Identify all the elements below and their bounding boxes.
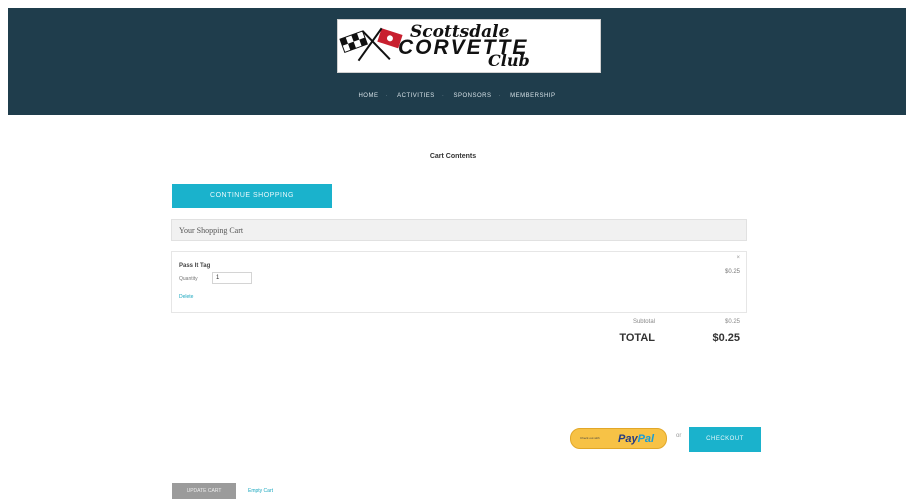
cart-item: Pass It Tag Quantity 1 Delete × $0.25 xyxy=(171,251,747,313)
nav-membership[interactable]: MEMBERSHIP xyxy=(510,93,555,99)
delete-item-link[interactable]: Delete xyxy=(179,294,193,300)
empty-cart-link[interactable]: Empty Cart xyxy=(248,488,273,494)
logo-text-club: Club xyxy=(488,51,530,70)
cart-header-label: Your Shopping Cart xyxy=(179,226,244,235)
paypal-checkout-button[interactable]: Check out with PayPal xyxy=(570,428,667,449)
total-label: TOTAL xyxy=(619,332,655,344)
remove-item-icon[interactable]: × xyxy=(736,255,740,261)
quantity-input[interactable]: 1 xyxy=(212,272,252,284)
cart-header: Your Shopping Cart xyxy=(171,219,747,241)
item-name: Pass It Tag xyxy=(179,263,211,269)
paypal-logo: PayPal xyxy=(618,433,654,445)
paypal-logo-pay: Pay xyxy=(618,433,638,445)
subtotal-label: Subtotal xyxy=(632,319,655,325)
item-price: $0.25 xyxy=(724,269,740,275)
nav-sponsors[interactable]: SPONSORS xyxy=(453,93,491,99)
continue-shopping-button[interactable]: CONTINUE SHOPPING xyxy=(172,184,332,208)
update-cart-button[interactable]: UPDATE CART xyxy=(172,483,236,499)
or-separator: or xyxy=(676,433,682,439)
subtotal-value: $0.25 xyxy=(724,319,740,325)
main-nav: HOME · ACTIVITIES · SPONSORS · MEMBERSHIP xyxy=(8,93,906,99)
nav-separator: · xyxy=(441,93,445,99)
page-title: Cart Contents xyxy=(429,153,477,160)
nav-activities[interactable]: ACTIVITIES xyxy=(397,93,435,99)
nav-home[interactable]: HOME xyxy=(358,93,378,99)
paypal-small-text: Check out with xyxy=(580,436,600,440)
checkout-button[interactable]: CHECKOUT xyxy=(689,427,761,452)
quantity-label: Quantity xyxy=(179,276,198,282)
paypal-logo-pal: Pal xyxy=(637,433,655,445)
site-header: Scottsdale CORVETTE Club HOME · ACTIVITIE… xyxy=(8,8,906,115)
total-value: $0.25 xyxy=(712,332,740,344)
nav-separator: · xyxy=(498,93,501,99)
club-logo[interactable]: Scottsdale CORVETTE Club xyxy=(337,19,601,73)
nav-separator: · xyxy=(385,93,388,99)
